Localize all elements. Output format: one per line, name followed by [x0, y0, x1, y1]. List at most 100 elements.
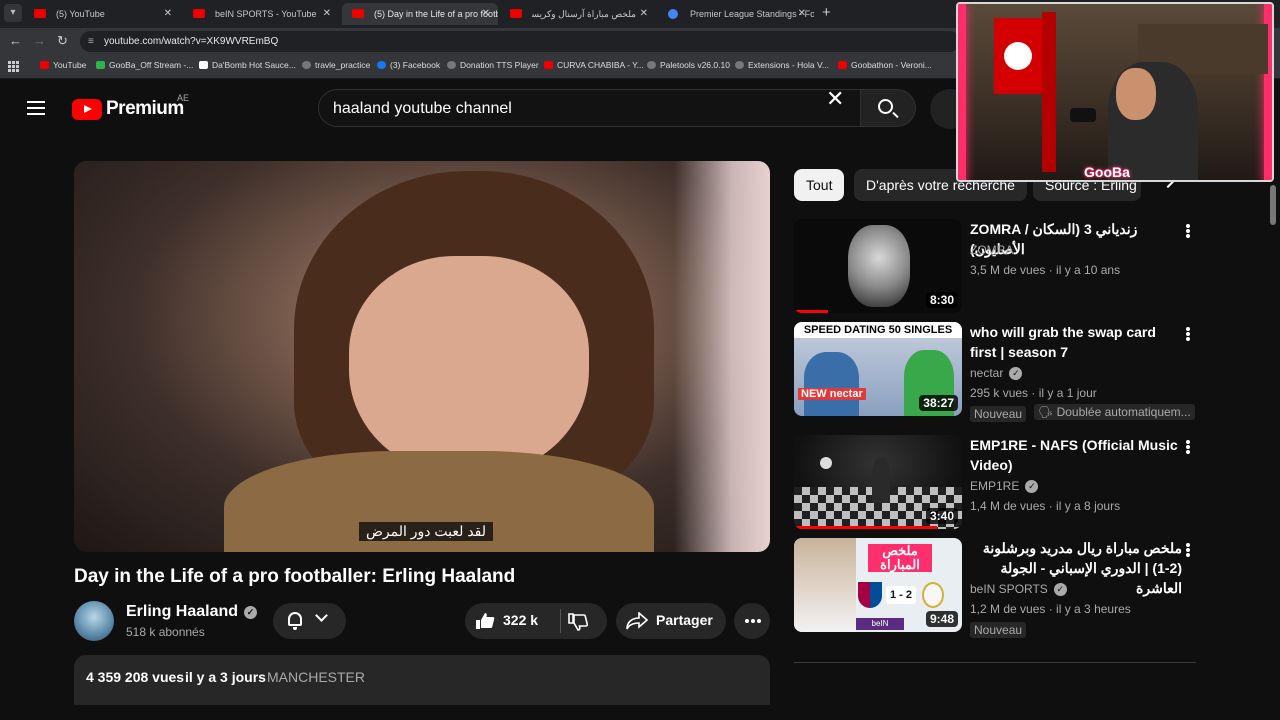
bookmark-label: Extensions - Hola V...: [748, 60, 829, 70]
channel-avatar[interactable]: [74, 601, 114, 641]
bookmark-label: GooBa_Off Stream -...: [109, 60, 194, 70]
microphone-icon: [1070, 108, 1096, 122]
recommendation-age: il y a 10 ans: [1056, 263, 1121, 277]
youtube-favicon-icon: [34, 9, 46, 18]
like-count[interactable]: 322 k: [503, 612, 538, 628]
bookmark-item[interactable]: CURVA CHABIBA - Y...: [544, 60, 644, 70]
recommendation-channel[interactable]: nectar: [970, 366, 1003, 380]
bookmark-label: travle_practice: [315, 60, 371, 70]
scrollbar-thumb[interactable]: [1270, 185, 1276, 225]
page-icon: [199, 61, 208, 69]
verified-icon: ✓: [1009, 367, 1023, 380]
subscriber-count: 518 k abonnés: [126, 625, 205, 639]
bookmark-item[interactable]: YouTube: [40, 60, 86, 70]
thumbs-up-icon[interactable]: [475, 612, 495, 630]
recommendation-channel-row[interactable]: beIN SPORTS ✓: [970, 582, 1067, 596]
share-button[interactable]: Partager: [616, 603, 726, 639]
thumbs-down-icon[interactable]: [568, 613, 588, 631]
streamer-head: [1116, 68, 1156, 120]
browser-tab[interactable]: ملخص مباراة آرسنال وكريستال بالا ✕: [500, 3, 656, 25]
video-duration: 38:27: [919, 395, 958, 411]
location-tag[interactable]: MANCHESTER: [267, 669, 365, 685]
tab-search-button[interactable]: ▾: [4, 4, 22, 22]
back-arrow-icon[interactable]: ←: [9, 33, 22, 48]
browser-tab[interactable]: (5) YouTube ✕: [24, 3, 180, 25]
bookmark-item[interactable]: Da'Bomb Hot Sauce...: [199, 60, 296, 70]
search-input[interactable]: [333, 98, 813, 120]
recommendation-channel[interactable]: beIN SPORTS: [970, 582, 1048, 596]
channel-name-row[interactable]: Erling Haaland ✓: [126, 603, 258, 621]
address-bar[interactable]: ≡ youtube.com/watch?v=XK9WVREmBQ: [80, 31, 960, 52]
more-vertical-icon[interactable]: [1186, 224, 1190, 228]
chip-all[interactable]: Tout: [794, 169, 845, 201]
bookmark-label: Paletools v26.0.10: [660, 60, 730, 70]
bookmark-item[interactable]: (3) Facebook: [377, 60, 440, 70]
recommendation-title[interactable]: EMP1RE - NAFS (Official Music Video): [970, 435, 1182, 475]
forward-arrow-icon[interactable]: →: [33, 33, 46, 48]
recommendation-item[interactable]: ملخص المباراة 1 - 2 beIN SPORTS 9:48 ملخ…: [794, 538, 1204, 648]
browser-tab-active[interactable]: (5) Day in the Life of a pro footb ✕: [342, 3, 498, 25]
recommendation-channel-row[interactable]: nectar ✓: [970, 366, 1023, 380]
search-icon: [878, 99, 893, 114]
thumbnail-tag-text: NEW nectar: [798, 388, 866, 400]
tab-close-icon[interactable]: ✕: [640, 3, 648, 25]
notification-button[interactable]: [273, 603, 346, 639]
recommendation-meta: 1,4 M de vues · il y a 8 jours: [970, 499, 1121, 513]
more-vertical-icon[interactable]: [1186, 543, 1190, 547]
search-button[interactable]: [860, 89, 916, 127]
new-tab-icon[interactable]: +: [822, 4, 831, 21]
more-actions-button[interactable]: [734, 603, 770, 639]
youtube-icon: [544, 61, 553, 69]
recommendation-channel[interactable]: ZOMRA: [970, 243, 1013, 257]
browser-tab[interactable]: beIN SPORTS - YouTube ✕: [183, 3, 339, 25]
video-title: Day in the Life of a pro footballer: Erl…: [74, 566, 516, 587]
menu-icon[interactable]: [27, 101, 45, 115]
recommendation-age: il y a 3 heures: [1056, 602, 1131, 616]
globe-favicon-icon: [668, 9, 678, 19]
video-player[interactable]: لقد لعبت دور المرض: [74, 161, 770, 552]
channel-name[interactable]: Erling Haaland: [126, 603, 238, 620]
bookmark-item[interactable]: travle_practice: [302, 60, 370, 70]
video-thumbnail[interactable]: 8:30: [794, 219, 962, 313]
clear-search-icon[interactable]: ✕: [826, 88, 844, 110]
tab-close-icon[interactable]: ✕: [164, 3, 172, 25]
video-thumbnail[interactable]: 3:40: [794, 435, 962, 529]
recommendation-channel[interactable]: EMP1RE: [970, 479, 1019, 493]
description-box[interactable]: 4 359 208 vues il y a 3 jours MANCHESTER: [74, 655, 770, 705]
youtube-logo-icon[interactable]: [72, 99, 102, 120]
bookmark-item[interactable]: GooBa_Off Stream -...: [96, 60, 193, 70]
recommendation-item[interactable]: 3:40 EMP1RE - NAFS (Official Music Video…: [794, 435, 1204, 535]
youtube-favicon-icon: [193, 9, 205, 18]
tab-close-icon[interactable]: ✕: [323, 3, 331, 25]
video-duration: 8:30: [925, 292, 958, 308]
logo-text[interactable]: Premium: [106, 98, 184, 120]
more-vertical-icon[interactable]: [1186, 327, 1190, 331]
video-thumbnail[interactable]: ملخص المباراة 1 - 2 beIN SPORTS 9:48: [794, 538, 962, 632]
more-vertical-icon[interactable]: [1186, 440, 1190, 444]
tab-close-icon[interactable]: ✕: [482, 3, 490, 25]
apps-grid-icon[interactable]: [8, 61, 19, 72]
recommendation-item[interactable]: 8:30 ZOMRA / زندياني 3 (السكان الأصليون)…: [794, 219, 1204, 319]
video-duration: 3:40: [925, 508, 958, 524]
thumbnail-banner-text: SPEED DATING 50 SINGLES: [794, 322, 962, 338]
recommendation-item[interactable]: SPEED DATING 50 SINGLES NEW nectar 38:27…: [794, 322, 1204, 432]
search-box: [318, 89, 861, 127]
bookmark-item[interactable]: Extensions - Hola V...: [735, 60, 829, 70]
browser-tab[interactable]: Premier League Standings - Foo ✕: [658, 3, 814, 25]
bookmark-item[interactable]: Paletools v26.0.10: [647, 60, 730, 70]
globe-icon: [447, 61, 456, 69]
reload-icon[interactable]: ↻: [57, 33, 68, 49]
tab-close-icon[interactable]: ✕: [798, 3, 806, 25]
bookmark-item[interactable]: Goobathon - Veroni...: [838, 60, 932, 70]
screen: ▾ (5) YouTube ✕ beIN SPORTS - YouTube ✕ (5…: [0, 0, 1280, 720]
video-thumbnail[interactable]: SPEED DATING 50 SINGLES NEW nectar 38:27: [794, 322, 962, 416]
bookmark-label: YouTube: [53, 60, 87, 70]
recommendation-meta: 1,2 M de vues · il y a 3 heures: [970, 602, 1131, 616]
bookmark-item[interactable]: Donation TTS Player: [447, 60, 539, 70]
recommendation-channel-row[interactable]: EMP1RE ✓: [970, 479, 1039, 493]
site-info-icon[interactable]: ≡: [88, 31, 94, 52]
recommendation-views: 3,5 M de vues: [970, 263, 1046, 277]
recommendation-title[interactable]: who will grab the swap card first | seas…: [970, 322, 1182, 362]
new-badge: Nouveau: [970, 622, 1027, 638]
more-horizontal-icon: [745, 619, 749, 623]
